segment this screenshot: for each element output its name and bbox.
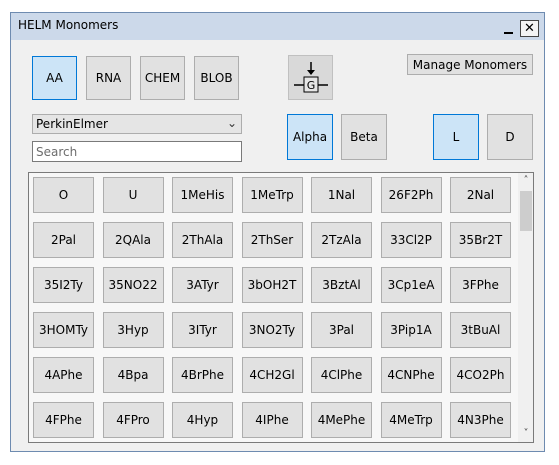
monomer-button[interactable]: 1MeTrp	[241, 177, 303, 213]
scroll-thumb[interactable]	[520, 191, 532, 231]
monomer-button[interactable]: 4APhe	[33, 357, 94, 393]
close-icon: ✕	[524, 21, 535, 36]
alpha-button[interactable]: Alpha	[287, 114, 333, 160]
source-value: PerkinElmer	[36, 117, 108, 131]
chevron-down-icon: ⌄	[226, 116, 237, 130]
monomer-button[interactable]: 4ClPhe	[311, 357, 372, 393]
monomer-button[interactable]: 3Pal	[311, 312, 372, 348]
monomer-button[interactable]: 3HOMTy	[33, 312, 94, 348]
monomer-button[interactable]: 3FPhe	[450, 267, 511, 303]
minimize-button[interactable]	[499, 20, 518, 37]
source-dropdown[interactable]: PerkinElmer ⌄	[32, 114, 242, 134]
monomer-button[interactable]: 2QAla	[102, 222, 164, 258]
monomer-button[interactable]: 3Cp1eA	[380, 267, 442, 303]
type-blob-button[interactable]: BLOB	[194, 56, 239, 100]
monomer-button[interactable]: 4MePhe	[311, 402, 372, 438]
scroll-up-icon[interactable]: ˄	[518, 173, 533, 189]
monomer-button[interactable]: U	[102, 177, 164, 213]
monomer-button[interactable]: 2Nal	[450, 177, 511, 213]
close-button[interactable]: ✕	[520, 20, 539, 37]
alpha-label: Alpha	[292, 130, 328, 144]
type-rna-label: RNA	[95, 71, 122, 85]
monomer-button[interactable]: 4Hyp	[172, 402, 233, 438]
monomer-button[interactable]: 1Nal	[311, 177, 372, 213]
monomer-button[interactable]: 4Bpa	[102, 357, 164, 393]
monomer-button[interactable]: 3ATyr	[172, 267, 233, 303]
type-blob-label: BLOB	[200, 71, 233, 85]
monomer-button[interactable]: 4CNPhe	[380, 357, 442, 393]
monomer-button[interactable]: 2Pal	[33, 222, 94, 258]
type-rna-button[interactable]: RNA	[86, 56, 131, 100]
scroll-down-icon[interactable]: ˅	[518, 426, 533, 442]
type-chem-button[interactable]: CHEM	[140, 56, 185, 100]
monomer-button[interactable]: 2TzAla	[311, 222, 372, 258]
monomer-button[interactable]: 2ThAla	[172, 222, 233, 258]
l-button[interactable]: L	[433, 114, 479, 160]
monomer-button[interactable]: 2ThSer	[241, 222, 303, 258]
monomer-button[interactable]: 4N3Phe	[450, 402, 511, 438]
svg-text:G: G	[307, 79, 316, 92]
l-label: L	[452, 130, 460, 144]
monomer-button[interactable]: 35NO22	[102, 267, 164, 303]
manage-monomers-label: Manage Monomers	[412, 57, 528, 72]
monomer-button[interactable]: 4FPhe	[33, 402, 94, 438]
window-title: HELM Monomers	[18, 18, 119, 32]
monomer-list-panel: O U 1MeHis 1MeTrp 1Nal 26F2Ph 2Nal 2Pal 2QAla 2Th…	[28, 172, 534, 443]
monomer-button[interactable]: 3Hyp	[102, 312, 164, 348]
monomer-button[interactable]: 3ITyr	[172, 312, 233, 348]
type-chem-label: CHEM	[144, 71, 181, 85]
type-aa-button[interactable]: AA	[32, 56, 77, 100]
monomer-button[interactable]: 35I2Ty	[33, 267, 94, 303]
monomer-grid: O U 1MeHis 1MeTrp 1Nal 26F2Ph 2Nal 2Pal 2QAla 2Th…	[33, 177, 513, 438]
beta-label: Beta	[350, 130, 378, 144]
search-input[interactable]	[32, 141, 242, 162]
minimize-icon	[504, 32, 513, 34]
manage-monomers-button[interactable]: Manage Monomers	[407, 54, 533, 75]
title-bar[interactable]: HELM Monomers ✕	[11, 13, 544, 40]
monomer-button[interactable]: 26F2Ph	[380, 177, 442, 213]
monomer-button[interactable]: 4BrPhe	[172, 357, 233, 393]
monomer-button[interactable]: 3Pip1A	[380, 312, 442, 348]
monomer-button[interactable]: 4MeTrp	[380, 402, 442, 438]
g-icon: G	[294, 62, 328, 93]
monomer-button[interactable]: 33Cl2P	[380, 222, 442, 258]
d-button[interactable]: D	[487, 114, 533, 160]
monomer-button[interactable]: 3BztAl	[311, 267, 372, 303]
monomer-button[interactable]: 4CO2Ph	[450, 357, 511, 393]
monomer-button[interactable]: 4IPhe	[241, 402, 303, 438]
vertical-scrollbar[interactable]: ˄ ˅	[518, 173, 533, 442]
monomer-button[interactable]: 3bOH2T	[241, 267, 303, 303]
type-aa-label: AA	[46, 71, 63, 85]
monomer-button[interactable]: 4CH2Gl	[241, 357, 303, 393]
monomer-button[interactable]: 1MeHis	[172, 177, 233, 213]
d-label: D	[505, 130, 515, 144]
helm-monomers-window: HELM Monomers ✕ AA RNA CHEM BLOB G Manag…	[10, 12, 545, 452]
beta-button[interactable]: Beta	[341, 114, 387, 160]
monomer-button[interactable]: 3NO2Ty	[241, 312, 303, 348]
monomer-button[interactable]: 35Br2T	[450, 222, 511, 258]
g-monomer-icon-button[interactable]: G	[288, 55, 333, 100]
monomer-button[interactable]: O	[33, 177, 94, 213]
monomer-button[interactable]: 4FPro	[102, 402, 164, 438]
monomer-button[interactable]: 3tBuAl	[450, 312, 511, 348]
